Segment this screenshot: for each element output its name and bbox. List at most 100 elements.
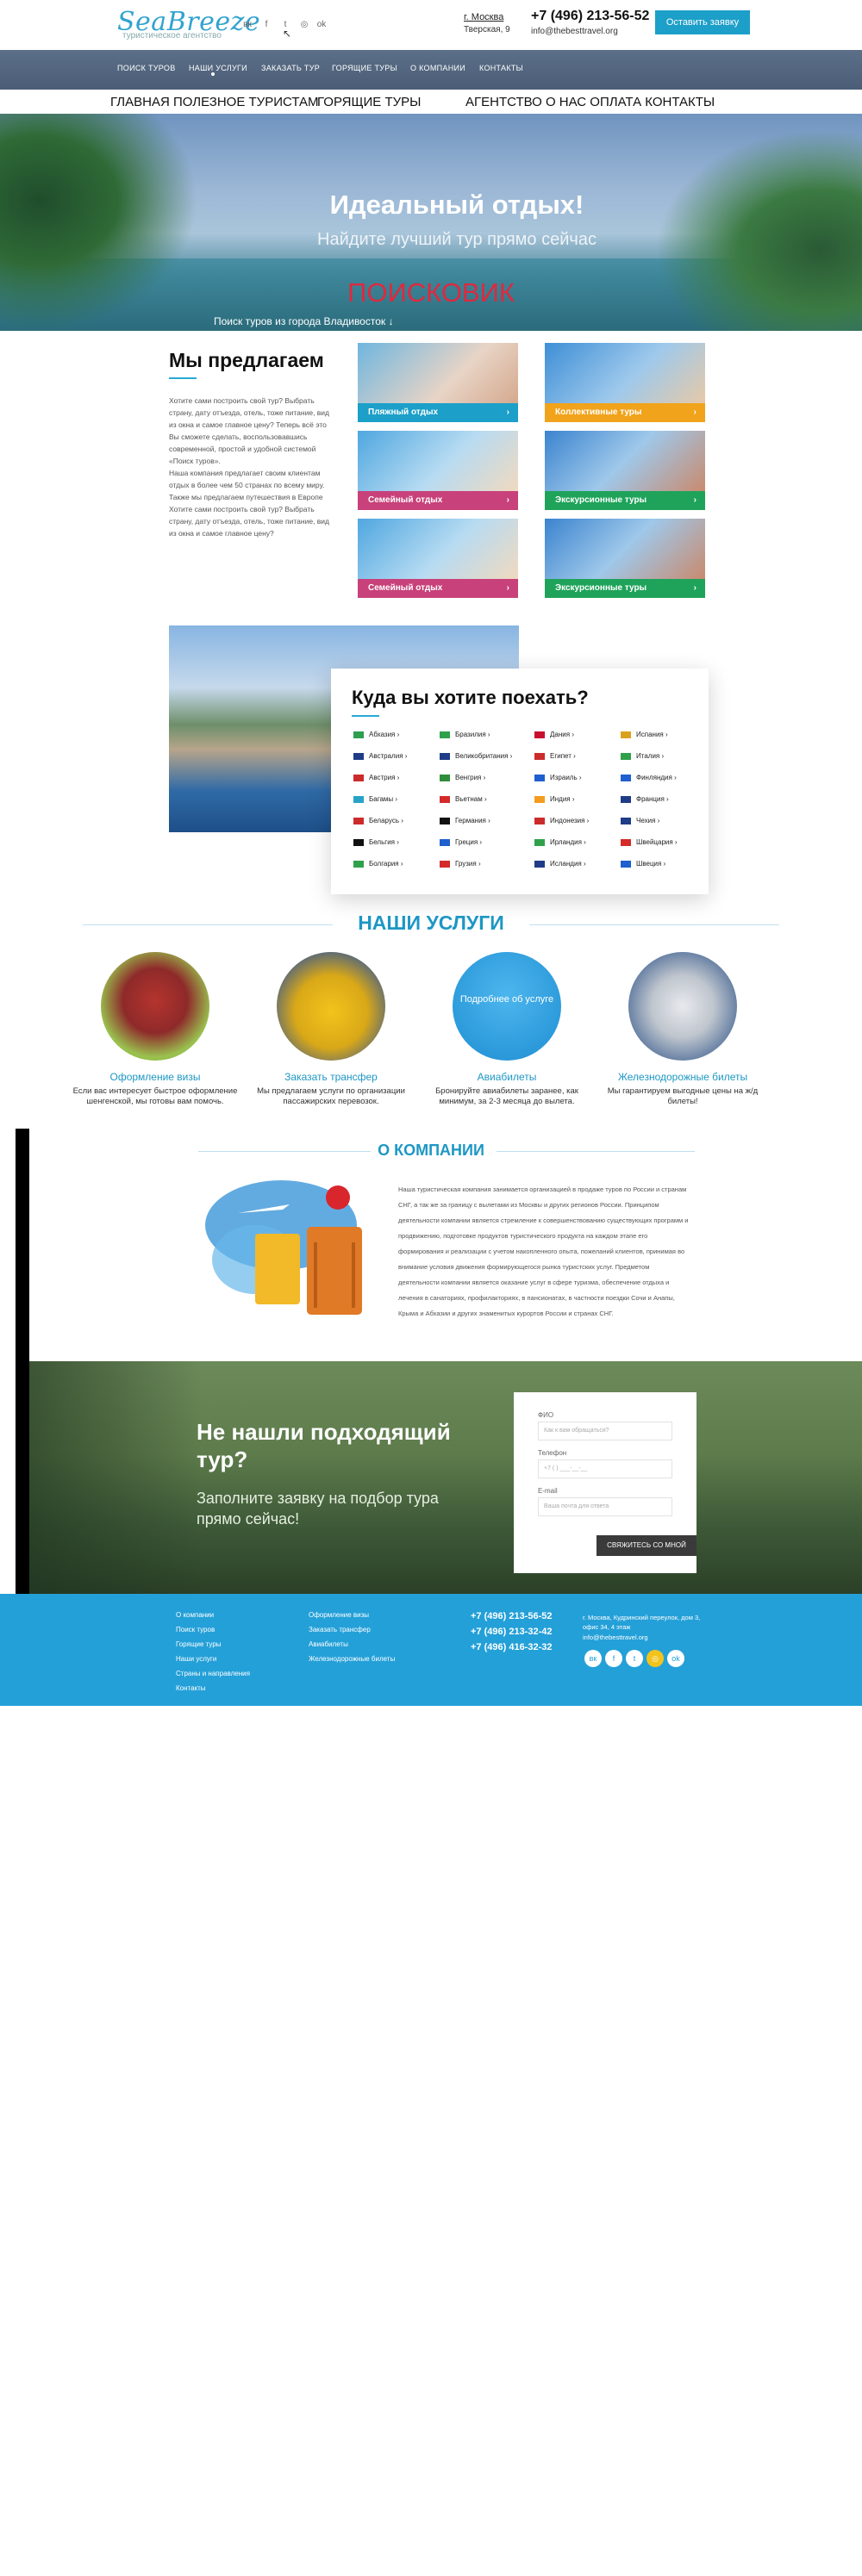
header-phone[interactable]: +7 (496) 213-56-52 bbox=[531, 9, 649, 24]
arrow-right-icon: › bbox=[693, 583, 696, 593]
vk-icon[interactable]: вк bbox=[241, 19, 253, 31]
twitter-icon[interactable]: t bbox=[626, 1650, 643, 1667]
tile-family[interactable]: Семейный отдых › bbox=[358, 431, 518, 510]
country-item[interactable]: Швейцария › bbox=[621, 838, 678, 846]
country-item[interactable]: Чехия › bbox=[621, 817, 659, 824]
country-item[interactable]: Вьетнам › bbox=[440, 795, 487, 803]
footer-link[interactable]: Авиабилеты bbox=[309, 1640, 348, 1648]
header-city[interactable]: г. Москва bbox=[464, 12, 503, 22]
service-name[interactable]: Авиабилеты bbox=[421, 1071, 593, 1083]
country-item[interactable]: Багамы › bbox=[353, 795, 397, 803]
email-input[interactable]: Ваша почта для ответа bbox=[538, 1497, 672, 1516]
nav-item-hot-tours[interactable]: ГОРЯЩИЕ ТУРЫ bbox=[332, 64, 397, 72]
country-item[interactable]: Венгрия › bbox=[440, 774, 485, 781]
tile-excursion[interactable]: Экскурсионные туры › bbox=[545, 431, 705, 510]
odnoklassniki-icon[interactable]: ok bbox=[667, 1650, 684, 1667]
arrow-right-icon: › bbox=[655, 817, 660, 824]
country-item[interactable]: Индия › bbox=[534, 795, 575, 803]
tile-group-tours[interactable]: Коллективные туры › bbox=[545, 343, 705, 422]
footer-link[interactable]: Горящие туры bbox=[176, 1640, 222, 1648]
arrow-right-icon: › bbox=[659, 752, 665, 760]
country-item[interactable]: Индонезия › bbox=[534, 817, 589, 824]
train-image[interactable] bbox=[628, 952, 737, 1061]
nav2-item-main[interactable]: ГЛАВНАЯ ПОЛЕЗНОЕ ТУРИСТАМ bbox=[110, 95, 318, 109]
service-name[interactable]: Заказать трансфер bbox=[245, 1071, 417, 1083]
footer-link[interactable]: Контакты bbox=[176, 1684, 206, 1692]
phone-input[interactable]: +7 ( ) ___-__-__ bbox=[538, 1459, 672, 1478]
footer-link[interactable]: Заказать трансфер bbox=[309, 1626, 371, 1633]
country-item[interactable]: Абхазия › bbox=[353, 731, 399, 738]
transfer-image[interactable] bbox=[277, 952, 385, 1061]
nav-item-contacts[interactable]: КОНТАКТЫ bbox=[479, 64, 523, 72]
arrow-right-icon: › bbox=[485, 817, 490, 824]
arrow-right-icon: › bbox=[398, 860, 403, 868]
footer-link[interactable]: Железнодорожные билеты bbox=[309, 1655, 395, 1663]
footer-phone[interactable]: +7 (496) 213-32-42 bbox=[471, 1627, 552, 1637]
footer-phone[interactable]: +7 (496) 213-56-52 bbox=[471, 1611, 552, 1621]
tile-label: Пляжный отдых bbox=[368, 408, 439, 417]
scrollbar-track[interactable] bbox=[16, 1129, 29, 1594]
footer-link[interactable]: Оформление визы bbox=[309, 1611, 369, 1619]
service-name[interactable]: Оформление визы bbox=[69, 1071, 241, 1083]
country-item[interactable]: Италия › bbox=[621, 752, 664, 760]
vk-icon[interactable]: вк bbox=[584, 1650, 602, 1667]
country-item[interactable]: Испания › bbox=[621, 731, 668, 738]
country-item[interactable]: Дания › bbox=[534, 731, 574, 738]
country-item[interactable]: Швеция › bbox=[621, 860, 665, 868]
visa-image[interactable] bbox=[101, 952, 209, 1061]
footer-phone[interactable]: +7 (496) 416-32-32 bbox=[471, 1642, 552, 1652]
country-item[interactable]: Греция › bbox=[440, 838, 482, 846]
nav2-item-agency[interactable]: АГЕНТСТВО О НАС ОПЛАТА КОНТАКТЫ bbox=[465, 95, 715, 109]
flag-icon bbox=[440, 817, 450, 824]
country-item[interactable]: Австралия › bbox=[353, 752, 407, 760]
name-input[interactable]: Как к вам обращаться? bbox=[538, 1422, 672, 1440]
tile-family-2[interactable]: Семейный отдых › bbox=[358, 519, 518, 598]
country-item[interactable]: Финляндия › bbox=[621, 774, 677, 781]
country-item[interactable]: Бразилия › bbox=[440, 731, 490, 738]
footer-link[interactable]: О компании bbox=[176, 1611, 214, 1619]
instagram-icon[interactable]: ◎ bbox=[646, 1650, 664, 1667]
service-desc: Мы гарантируем выгодные цены на ж/д биле… bbox=[607, 1086, 759, 1106]
hero-search-city[interactable]: Поиск туров из города Владивосток ↓ bbox=[214, 315, 393, 327]
instagram-icon[interactable]: ◎ bbox=[298, 19, 310, 31]
nav-item-search-tours[interactable]: ПОИСК ТУРОВ bbox=[117, 64, 176, 72]
flights-image[interactable]: Подробнее об услуге bbox=[453, 952, 561, 1061]
flag-icon bbox=[353, 838, 364, 846]
country-item[interactable]: Франция › bbox=[621, 795, 669, 803]
arrow-right-icon: › bbox=[478, 838, 483, 846]
country-item[interactable]: Германия › bbox=[440, 817, 490, 824]
country-item[interactable]: Австрия › bbox=[353, 774, 399, 781]
more-about-service-link[interactable]: Подробнее об услуге bbox=[453, 993, 561, 1005]
country-name: Болгария bbox=[369, 860, 399, 868]
flag-icon bbox=[534, 795, 545, 803]
country-item[interactable]: Египет › bbox=[534, 752, 576, 760]
odnoklassniki-icon[interactable]: ok bbox=[315, 19, 328, 31]
country-item[interactable]: Бельгия › bbox=[353, 838, 399, 846]
nav-item-services[interactable]: НАШИ УСЛУГИ bbox=[189, 64, 247, 72]
footer-email[interactable]: info@thebesttravel.org bbox=[583, 1633, 648, 1641]
nav-item-order-tour[interactable]: ЗАКАЗАТЬ ТУР bbox=[261, 64, 320, 72]
leave-request-button[interactable]: Оставить заявку bbox=[655, 10, 750, 34]
service-name[interactable]: Железнодорожные билеты bbox=[597, 1071, 769, 1083]
footer-link[interactable]: Наши услуги bbox=[176, 1655, 216, 1663]
country-name: Швеция bbox=[636, 860, 662, 868]
facebook-icon[interactable]: f bbox=[605, 1650, 622, 1667]
country-item[interactable]: Великобритания › bbox=[440, 752, 512, 760]
nav2-item-hot-tours[interactable]: ГОРЯЩИЕ ТУРЫ bbox=[317, 95, 421, 109]
country-item[interactable]: Исландия › bbox=[534, 860, 586, 868]
cta-title: Не нашли подходящий тур? bbox=[197, 1419, 451, 1472]
facebook-icon[interactable]: f bbox=[260, 19, 272, 31]
tile-excursion-2[interactable]: Экскурсионные туры › bbox=[545, 519, 705, 598]
country-item[interactable]: Болгария › bbox=[353, 860, 403, 868]
country-item[interactable]: Ирландия › bbox=[534, 838, 586, 846]
tile-beach[interactable]: Пляжный отдых › bbox=[358, 343, 518, 422]
nav-item-about[interactable]: О КОМПАНИИ bbox=[410, 64, 465, 72]
country-item[interactable]: Грузия › bbox=[440, 860, 481, 868]
contact-me-button[interactable]: СВЯЖИТЕСЬ СО МНОЙ bbox=[597, 1535, 696, 1556]
arrow-right-icon: › bbox=[663, 731, 668, 738]
footer-link[interactable]: Страны и направления bbox=[176, 1670, 250, 1677]
country-item[interactable]: Беларусь › bbox=[353, 817, 403, 824]
footer-link[interactable]: Поиск туров bbox=[176, 1626, 215, 1633]
country-item[interactable]: Израиль › bbox=[534, 774, 582, 781]
header-email[interactable]: info@thebesttravel.org bbox=[531, 27, 618, 36]
